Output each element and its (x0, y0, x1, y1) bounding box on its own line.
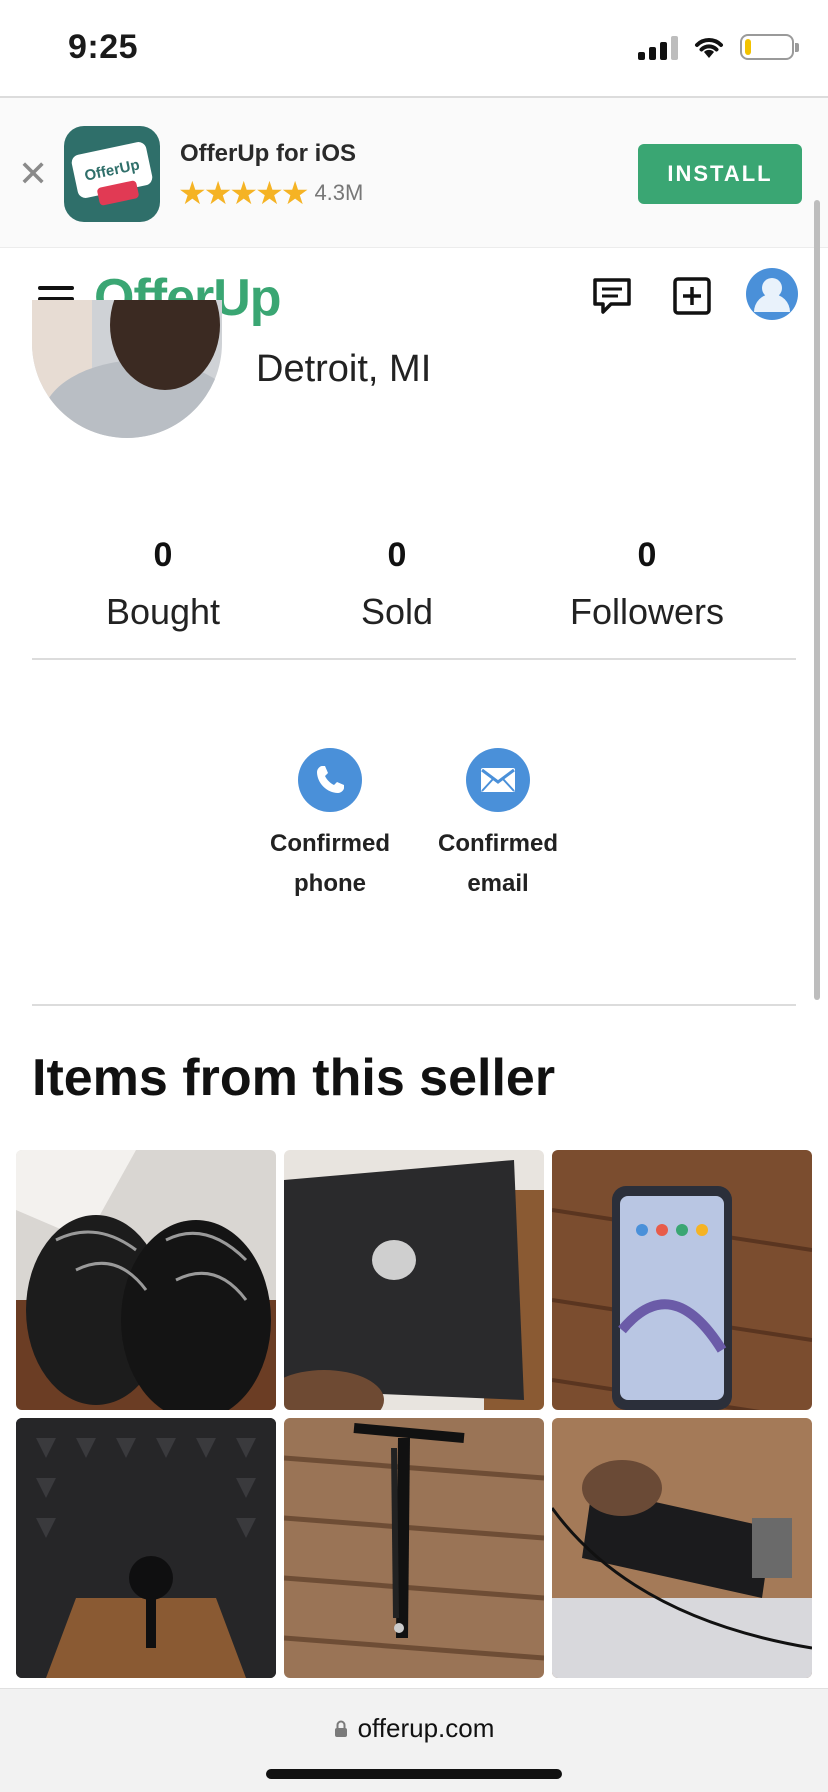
item-photo (284, 1150, 544, 1410)
divider (32, 658, 796, 660)
stat-followers[interactable]: 0 Followers (552, 536, 742, 633)
item-tile-black-console[interactable] (284, 1150, 544, 1410)
items-section-title: Items from this seller (32, 1049, 556, 1107)
item-tile-mic-boom-arm[interactable] (284, 1418, 544, 1678)
stat-label: Followers (569, 591, 725, 632)
post-item-icon[interactable] (668, 272, 716, 320)
app-rating: ★★★★★ 4.3M (178, 174, 363, 212)
messages-icon[interactable] (588, 272, 636, 320)
url-text: offerup.com (357, 1713, 495, 1743)
stat-value: 0 (387, 536, 407, 574)
confirmed-email-badge: Confirmed email (428, 748, 568, 904)
stat-label: Bought (105, 591, 221, 632)
home-indicator[interactable] (266, 1769, 562, 1779)
stat-label: Sold (360, 591, 434, 632)
status-time: 9:25 (68, 28, 139, 66)
stat-value: 0 (637, 536, 657, 574)
verification-label-line1: Confirmed (270, 830, 390, 857)
verification-label: Confirmed phone (260, 824, 400, 904)
app-install-banner: ✕ OfferUp OfferUp for iOS ★★★★★ 4.3M INS… (0, 98, 828, 248)
close-icon[interactable]: ✕ (18, 156, 48, 192)
browser-bottom-bar: offerup.com (0, 1688, 828, 1792)
scrollbar[interactable] (814, 200, 820, 1000)
app-name: OfferUp for iOS (180, 140, 357, 167)
verification-label-line1: Confirmed (438, 830, 558, 857)
item-tile-black-sneakers[interactable] (16, 1150, 276, 1410)
item-tile-mic-isolation-shield[interactable] (16, 1418, 276, 1678)
stat-bought: 0 Bought (88, 536, 238, 633)
email-icon (466, 748, 530, 812)
verification-label-line2: email (467, 870, 529, 897)
item-tile-smartphone[interactable] (552, 1150, 812, 1410)
confirmed-phone-badge: Confirmed phone (260, 748, 400, 904)
cellular-signal-icon (638, 34, 678, 60)
status-icons (638, 34, 799, 60)
battery-icon (740, 34, 799, 60)
star-rating-icon: ★★★★★ (178, 175, 309, 211)
verification-label: Confirmed email (428, 824, 568, 904)
app-icon[interactable]: OfferUp (64, 126, 160, 222)
seller-avatar (32, 300, 222, 438)
install-button[interactable]: INSTALL (638, 144, 802, 204)
account-avatar-icon[interactable] (746, 268, 798, 320)
stat-sold: 0 Sold (332, 536, 462, 633)
item-tile-microphone[interactable] (552, 1418, 812, 1678)
divider (32, 1004, 796, 1006)
item-photo (284, 1418, 544, 1678)
item-photo (552, 1150, 812, 1410)
status-bar: 9:25 (0, 0, 828, 96)
address-bar[interactable]: offerup.com (0, 1713, 828, 1744)
verification-label-line2: phone (294, 870, 366, 897)
wifi-icon (695, 38, 723, 58)
seller-location: Detroit, MI (256, 348, 432, 390)
item-photo (16, 1418, 276, 1678)
item-photo (16, 1150, 276, 1410)
stat-value: 0 (153, 536, 173, 574)
item-photo (552, 1418, 812, 1678)
phone-icon (298, 748, 362, 812)
review-count: 4.3M (314, 180, 364, 205)
lock-icon (334, 1720, 347, 1737)
seller-stats: 0 Bought 0 Sold 0 Followers (32, 536, 796, 660)
